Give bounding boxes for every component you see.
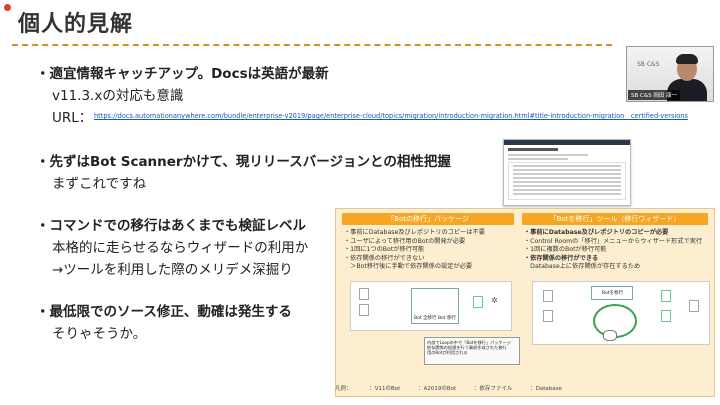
recording-indicator	[4, 4, 11, 11]
docs-url-link[interactable]: https://docs.automationanywhere.com/bund…	[94, 112, 688, 120]
webcam-logo: SB C&S	[637, 61, 660, 68]
migrate-bot-tool-box: Botを移行	[591, 286, 633, 300]
bot-scanner-screenshot	[503, 139, 631, 206]
point-4-bullet: ・最低限でのソース修正、動確は発生する	[36, 304, 292, 320]
dependency-file-icon	[689, 300, 699, 312]
right-item: ・事前にDatabase及びレポジトリのコピーが必要	[524, 229, 669, 236]
note-box: 内部でLoopの中で「Botを移行」パッケージ 依存関係の処理を行う事前作成され…	[424, 337, 520, 365]
migration-comparison-panel: 「Botの移行」パッケージ 「Botを移行」ツール（移行ウィザード） ・事前にD…	[335, 208, 715, 397]
title-divider	[12, 44, 612, 46]
point-2-sub-1: まずこれですね	[52, 176, 147, 192]
right-item: Database上に依存関係が存在するため	[524, 263, 641, 271]
legend-item: ：V11のBot	[369, 386, 401, 392]
left-flow-diagram: Bot 全移行 Bot 移行 ✲	[350, 281, 512, 331]
migration-bot-label: Bot 全移行 Bot 移行	[414, 316, 457, 321]
left-item: ＞Bot移行後に手動で依存関係の設定が必要	[344, 263, 473, 271]
left-panel-header: 「Botの移行」パッケージ	[342, 213, 514, 225]
a2019-bot-icon	[661, 290, 671, 302]
legend-item: ：A2019のBot	[418, 386, 457, 392]
v11-bot-icon	[359, 304, 369, 316]
left-panel-list: ・事前にDatabase及びレポジトリのコピーは不要 ・ユーザによって移行用のB…	[344, 229, 485, 272]
point-3-bullet: ・コマンドでの移行はあくまでも検証レベル	[36, 218, 306, 234]
url-label: URL：	[52, 110, 93, 126]
v11-bot-icon	[543, 290, 553, 302]
point-4-sub-1: そりゃそうか。	[52, 326, 147, 342]
left-item: ・事前にDatabase及びレポジトリのコピーは不要	[344, 229, 485, 236]
right-item: ・Control Roomの「移行」メニューからウィザード形式で実行	[524, 237, 703, 245]
slide-title: 個人的見解	[18, 12, 134, 37]
webcam-name-tag: SB C&S 岡田 康一	[628, 90, 681, 100]
legend-item: ：Database	[530, 386, 562, 392]
legend-item: ：依存ファイル	[473, 386, 513, 392]
right-item: ・1回に複数のBotが移行可能	[524, 246, 607, 254]
migrate-bot-tool-label: Botを移行	[602, 291, 624, 296]
point-3-sub-2: →ツールを利用した際のメリデメ深掘り	[52, 262, 293, 278]
left-item: ・ユーザによって移行用のBotの開発が必要	[344, 237, 466, 245]
right-panel-list: ・事前にDatabase及びレポジトリのコピーが必要 ・Control Room…	[524, 229, 702, 272]
migration-bot-box: Bot 全移行 Bot 移行	[411, 288, 459, 324]
note-text: 内部でLoopの中で「Botを移行」パッケージ 依存関係の処理を行う事前作成され…	[427, 340, 512, 356]
database-icon	[603, 330, 617, 341]
point-3-sub-1: 本格的に走らせるならウィザードの利用か	[52, 240, 309, 256]
point-2-bullet: ・先ずはBot Scannerかけて、現リリースバージョンとの相性把握	[36, 154, 451, 170]
a2019-bot-icon	[661, 310, 671, 322]
right-flow-diagram: Botを移行	[532, 281, 710, 345]
a2019-bot-icon	[473, 296, 483, 308]
gear-icon: ✲	[491, 296, 498, 305]
v11-bot-icon	[359, 288, 369, 300]
v11-bot-icon	[543, 310, 553, 322]
webcam-video: SB C&S SB C&S 岡田 康一	[626, 46, 714, 102]
point-1-sub-1: v11.3.xの対応も意識	[52, 88, 184, 104]
left-item: ・1回に1つのBotが移行可能	[344, 246, 425, 254]
legend: 凡例： ：V11のBot ：A2019のBot ：依存ファイル ：Databas…	[335, 384, 578, 392]
point-1-bullet: ・適宜情報キャッチアップ。Docsは英語が最新	[36, 66, 329, 82]
right-panel-header: 「Botを移行」ツール（移行ウィザード）	[522, 213, 708, 225]
legend-title: 凡例：	[335, 386, 352, 392]
